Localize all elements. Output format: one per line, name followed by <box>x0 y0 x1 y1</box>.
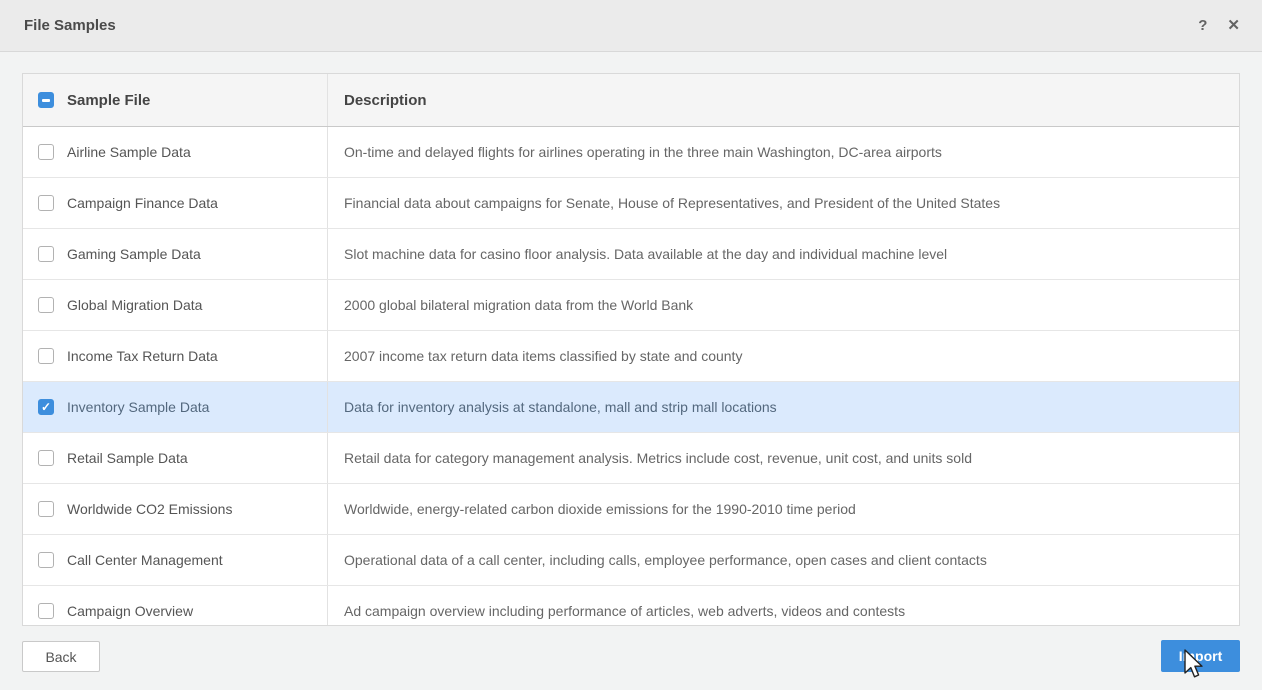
table-row[interactable]: Retail Sample Data Retail data for categ… <box>23 433 1239 484</box>
description-cell: 2000 global bilateral migration data fro… <box>328 280 1239 330</box>
sample-file-name: Global Migration Data <box>67 297 203 313</box>
column-header-description: Description <box>344 91 427 109</box>
table-row[interactable]: Global Migration Data 2000 global bilate… <box>23 280 1239 331</box>
sample-file-name: Retail Sample Data <box>67 450 188 466</box>
sample-file-name: Airline Sample Data <box>67 144 191 160</box>
description-cell: Ad campaign overview including performan… <box>328 586 1239 625</box>
row-checkbox[interactable] <box>38 501 54 517</box>
sample-file-description: On-time and delayed flights for airlines… <box>344 144 942 160</box>
sample-file-name: Inventory Sample Data <box>67 399 210 415</box>
row-checkbox[interactable] <box>38 552 54 568</box>
import-button[interactable]: Import <box>1161 640 1240 672</box>
sample-file-name: Call Center Management <box>67 552 223 568</box>
sample-file-name: Income Tax Return Data <box>67 348 218 364</box>
row-checkbox[interactable] <box>38 348 54 364</box>
sample-file-name: Campaign Finance Data <box>67 195 218 211</box>
sample-file-cell: Campaign Overview <box>23 586 328 625</box>
description-cell: 2007 income tax return data items classi… <box>328 331 1239 381</box>
sample-file-description: 2000 global bilateral migration data fro… <box>344 297 694 313</box>
sample-file-description: Worldwide, energy-related carbon dioxide… <box>344 501 856 517</box>
table-body: Airline Sample Data On-time and delayed … <box>23 127 1239 625</box>
description-cell: Worldwide, energy-related carbon dioxide… <box>328 484 1239 534</box>
sample-file-description: Data for inventory analysis at standalon… <box>344 399 777 415</box>
sample-file-name: Campaign Overview <box>67 603 194 619</box>
header-cell-description: Description <box>328 74 1239 126</box>
column-header-sample-file: Sample File <box>67 91 151 109</box>
row-checkbox[interactable] <box>38 297 54 313</box>
sample-file-description: 2007 income tax return data items classi… <box>344 348 743 364</box>
row-checkbox[interactable] <box>38 246 54 262</box>
table-row[interactable]: Worldwide CO2 Emissions Worldwide, energ… <box>23 484 1239 535</box>
table-row[interactable]: Campaign Finance Data Financial data abo… <box>23 178 1239 229</box>
sample-file-description: Financial data about campaigns for Senat… <box>344 195 1001 211</box>
row-checkbox[interactable] <box>38 450 54 466</box>
description-cell: On-time and delayed flights for airlines… <box>328 127 1239 177</box>
description-cell: Operational data of a call center, inclu… <box>328 535 1239 585</box>
table-row[interactable]: Inventory Sample Data Data for inventory… <box>23 382 1239 433</box>
row-checkbox[interactable] <box>38 144 54 160</box>
row-checkbox[interactable] <box>38 399 54 415</box>
sample-file-cell: Worldwide CO2 Emissions <box>23 484 328 534</box>
description-cell: Data for inventory analysis at standalon… <box>328 382 1239 432</box>
sample-file-cell: Call Center Management <box>23 535 328 585</box>
table-row[interactable]: Campaign Overview Ad campaign overview i… <box>23 586 1239 625</box>
titlebar-icons: ? ✕ <box>1198 18 1240 33</box>
table-row[interactable]: Airline Sample Data On-time and delayed … <box>23 127 1239 178</box>
sample-file-description: Operational data of a call center, inclu… <box>344 552 987 568</box>
sample-file-cell: Income Tax Return Data <box>23 331 328 381</box>
table-row[interactable]: Gaming Sample Data Slot machine data for… <box>23 229 1239 280</box>
sample-file-cell: Inventory Sample Data <box>23 382 328 432</box>
table-header-row: Sample File Description <box>23 74 1239 127</box>
sample-file-description: Slot machine data for casino floor analy… <box>344 246 948 262</box>
back-button[interactable]: Back <box>22 641 100 672</box>
dialog-titlebar: File Samples ? ✕ <box>0 0 1262 52</box>
sample-file-description: Ad campaign overview including performan… <box>344 603 906 619</box>
sample-file-name: Worldwide CO2 Emissions <box>67 501 233 517</box>
sample-files-table: Sample File Description Airline Sample D… <box>22 73 1240 626</box>
table-row[interactable]: Call Center Management Operational data … <box>23 535 1239 586</box>
header-cell-sample-file: Sample File <box>23 74 328 126</box>
description-cell: Financial data about campaigns for Senat… <box>328 178 1239 228</box>
sample-file-name: Gaming Sample Data <box>67 246 201 262</box>
description-cell: Slot machine data for casino floor analy… <box>328 229 1239 279</box>
close-icon[interactable]: ✕ <box>1227 18 1240 33</box>
row-checkbox[interactable] <box>38 195 54 211</box>
table-row[interactable]: Income Tax Return Data 2007 income tax r… <box>23 331 1239 382</box>
sample-file-cell: Airline Sample Data <box>23 127 328 177</box>
dialog-title: File Samples <box>24 17 116 34</box>
sample-file-cell: Gaming Sample Data <box>23 229 328 279</box>
sample-file-cell: Retail Sample Data <box>23 433 328 483</box>
description-cell: Retail data for category management anal… <box>328 433 1239 483</box>
sample-file-cell: Global Migration Data <box>23 280 328 330</box>
select-all-checkbox[interactable] <box>38 92 54 108</box>
help-icon[interactable]: ? <box>1198 18 1207 33</box>
sample-file-cell: Campaign Finance Data <box>23 178 328 228</box>
row-checkbox[interactable] <box>38 603 54 619</box>
sample-file-description: Retail data for category management anal… <box>344 450 972 466</box>
